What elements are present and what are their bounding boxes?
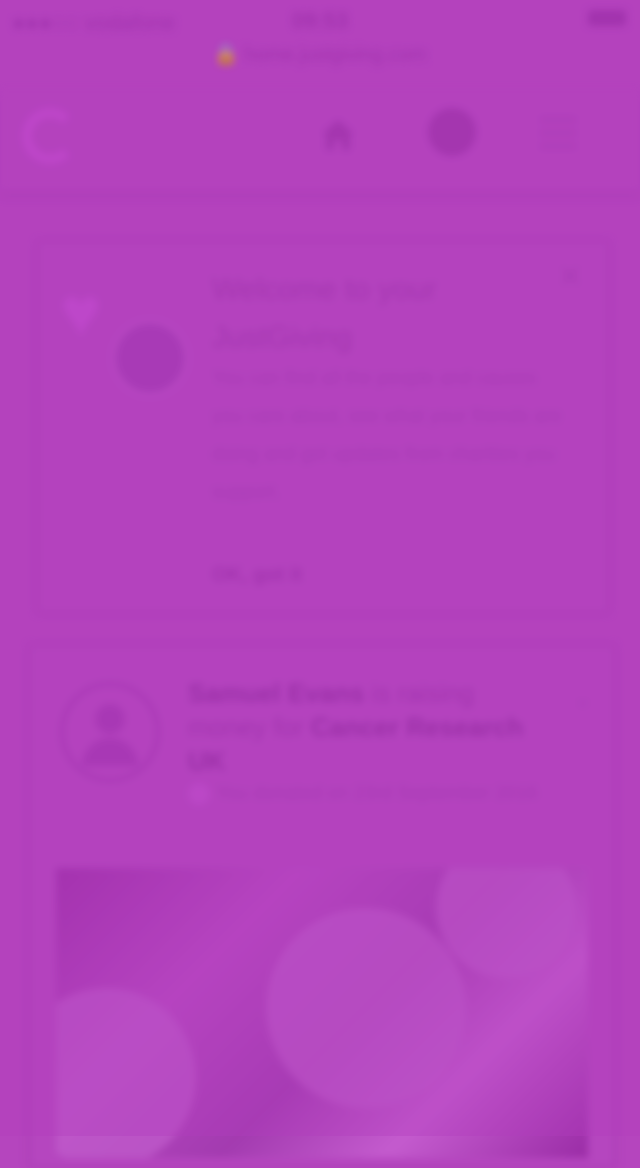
status-icons <box>588 10 626 26</box>
user-avatar[interactable] <box>60 682 160 782</box>
ok-got-it-link[interactable]: OK, got it <box>212 564 302 587</box>
battery-icon <box>588 10 626 26</box>
status-bar: ●●●○○ vodafone 09:53 <box>0 0 640 40</box>
close-icon[interactable]: ✕ <box>559 260 582 293</box>
post-meta: You donated on 23rd September 2016 <box>188 778 548 810</box>
chevron-down-icon[interactable]: ⌄ <box>574 686 592 712</box>
post-author[interactable]: Samuel Evans <box>188 678 364 708</box>
donation-meta: You donated on 23rd September 2016 <box>216 783 538 804</box>
donation-heart-icon <box>188 782 210 805</box>
profile-avatar-icon[interactable] <box>428 108 476 156</box>
url-bar[interactable]: 🔒 home.justgiving.com <box>0 42 640 67</box>
top-navbar: G <box>0 90 640 192</box>
justgiving-logo[interactable]: G <box>22 108 78 164</box>
app-root: ●●●○○ vodafone 09:53 🔒 home.justgiving.c… <box>0 0 640 1168</box>
post-image[interactable] <box>56 868 588 1158</box>
menu-icon[interactable] <box>540 118 576 148</box>
home-icon[interactable] <box>316 112 360 156</box>
welcome-body: You can find all the people and causes y… <box>212 368 562 503</box>
feed-post-card: Samuel Evans is raising money for Cancer… <box>28 644 616 1168</box>
clock: 09:53 <box>291 8 349 33</box>
post-headline: Samuel Evans is raising money for Cancer… <box>188 676 548 778</box>
lock-icon: 🔒 <box>213 44 245 66</box>
welcome-card: ♥ ✕ Welcome to your JustGiving You can f… <box>36 240 610 614</box>
welcome-title: Welcome to your JustGiving <box>212 273 437 354</box>
url-text: home.justgiving.com <box>244 44 427 66</box>
hearts-illustration-icon: ♥ <box>60 277 190 412</box>
